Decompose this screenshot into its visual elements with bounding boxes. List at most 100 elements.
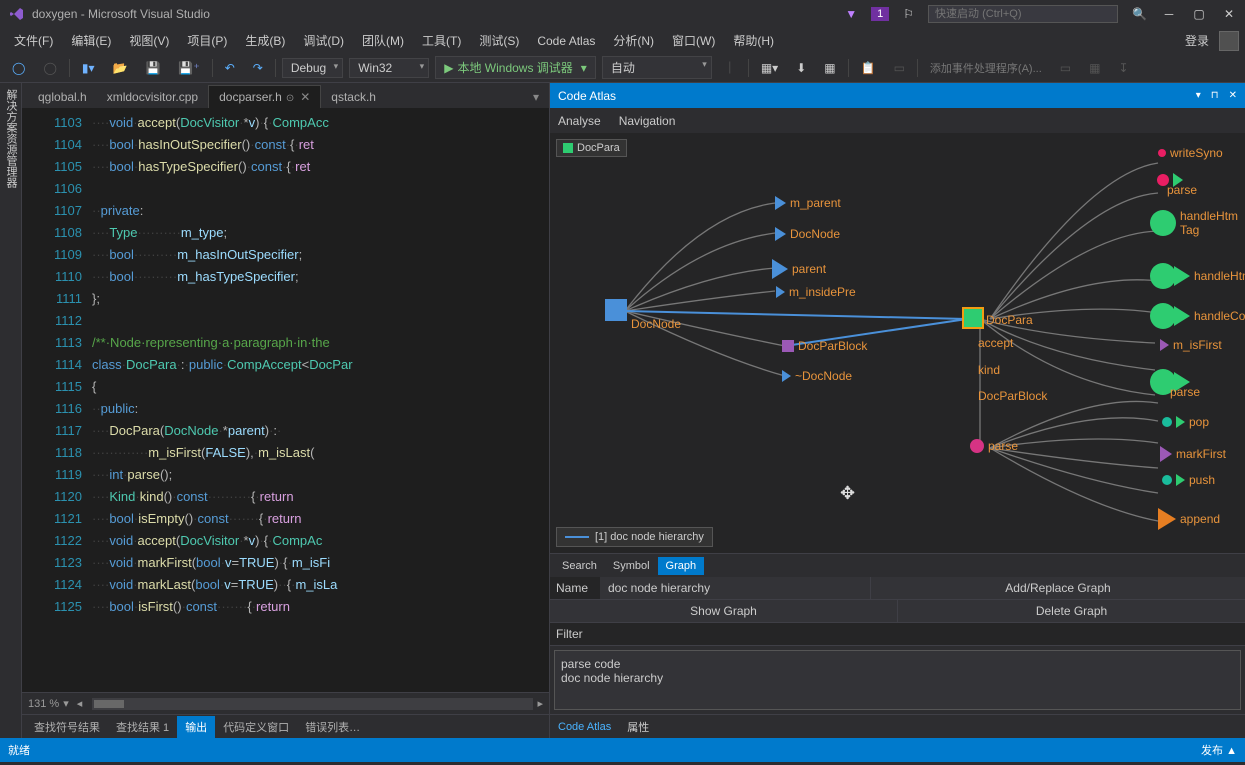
node-docparblock2[interactable]: DocParBlock <box>978 389 1047 403</box>
flag-icon[interactable]: ⚐ <box>903 7 914 21</box>
add-handler-hint[interactable]: 添加事件处理程序(A)... <box>924 57 1048 79</box>
atlas-pin-icon[interactable]: ⊓ <box>1211 90 1219 101</box>
node-accept[interactable]: accept <box>978 336 1013 350</box>
avatar-icon[interactable] <box>1219 31 1239 51</box>
node-parse2[interactable]: parse <box>1157 173 1217 187</box>
solution-explorer-tab[interactable]: 解决方案资源管理器 <box>0 83 22 738</box>
menu-window[interactable]: 窗口(W) <box>664 29 723 52</box>
menu-debug[interactable]: 调试(D) <box>295 29 352 52</box>
menu-file[interactable]: 文件(F) <box>6 29 61 52</box>
tab-qstack[interactable]: qstack.h <box>321 86 386 108</box>
open-button[interactable]: 📂 <box>107 58 134 78</box>
add-replace-button[interactable]: Add/Replace Graph <box>870 577 1245 599</box>
node-push[interactable]: push <box>1162 473 1215 487</box>
scroll-right-icon[interactable]: ▸ <box>537 697 543 710</box>
tab-docparser[interactable]: docparser.h⊙✕ <box>208 85 321 108</box>
atlas-tab-search[interactable]: Search <box>554 557 605 575</box>
filter-list[interactable]: parse code doc node hierarchy <box>554 650 1241 710</box>
menu-help[interactable]: 帮助(H) <box>725 29 782 52</box>
close-button[interactable]: ✕ <box>1221 6 1237 22</box>
maximize-button[interactable]: ▢ <box>1191 6 1207 22</box>
tb-icon-2[interactable]: ▦ <box>1083 58 1106 78</box>
scroll-left-icon[interactable]: ◂ <box>77 697 83 710</box>
node-handlehtm2[interactable]: handleHtm <box>1150 263 1245 289</box>
tb-icon-3[interactable]: ↧ <box>1112 58 1134 78</box>
zoom-dropdown-icon[interactable]: ▾ <box>63 697 69 710</box>
menu-codeatlas[interactable]: Code Atlas <box>529 31 603 51</box>
atlas-tab-symbol[interactable]: Symbol <box>605 557 658 575</box>
atlas-tab-graph[interactable]: Graph <box>658 557 705 575</box>
status-publish[interactable]: 发布 ▲ <box>1201 742 1237 758</box>
redo-button[interactable]: ↷ <box>247 58 269 78</box>
save-button[interactable]: 💾 <box>139 58 166 78</box>
search-icon[interactable]: 🔍 <box>1132 7 1147 21</box>
tab-qglobal[interactable]: qglobal.h <box>28 86 97 108</box>
btab-find-results[interactable]: 查找结果 1 <box>108 716 177 738</box>
grid-icon[interactable]: ▦ <box>818 58 841 78</box>
node-kind[interactable]: kind <box>978 363 1000 377</box>
undo-button[interactable]: ↶ <box>219 58 241 78</box>
btab-output[interactable]: 输出 <box>177 716 215 738</box>
tb-icon-1[interactable]: ▭ <box>1054 58 1077 78</box>
node-docnode[interactable]: DocNode <box>605 299 681 321</box>
btab-errors[interactable]: 错误列表… <box>297 716 368 738</box>
btab-codedef[interactable]: 代码定义窗口 <box>215 716 297 738</box>
run-button[interactable]: ▶本地 Windows 调试器▾ <box>435 56 596 79</box>
name-value[interactable]: doc node hierarchy <box>600 577 870 599</box>
filter-icon[interactable]: ▼ <box>845 7 857 21</box>
notification-badge[interactable]: 1 <box>871 7 889 21</box>
tabs-overflow-icon[interactable]: ▾ <box>523 86 549 108</box>
layout-icon[interactable]: ▦▾ <box>755 58 784 78</box>
menu-test[interactable]: 测试(S) <box>471 29 527 52</box>
config-dropdown[interactable]: Debug <box>282 58 343 78</box>
show-graph-button[interactable]: Show Graph <box>550 600 897 622</box>
node-parse3[interactable]: parse <box>1150 369 1224 395</box>
nav-fwd-button[interactable]: ◯ <box>37 58 62 78</box>
save-all-button[interactable]: 💾⁺ <box>172 58 205 78</box>
tab-xmldocvisitor[interactable]: xmldocvisitor.cpp <box>97 86 208 108</box>
node-parent[interactable]: parent <box>772 259 826 279</box>
menu-tools[interactable]: 工具(T) <box>414 29 469 52</box>
hscroll-thumb[interactable] <box>94 700 124 708</box>
code-area[interactable]: ····void·accept(DocVisitor·*v)·{·CompAcc… <box>92 108 549 692</box>
node-append[interactable]: append <box>1158 508 1220 530</box>
node-parse[interactable]: parse <box>970 439 1018 453</box>
menu-project[interactable]: 项目(P) <box>179 29 235 52</box>
zoom-level[interactable]: 131 % <box>28 698 59 710</box>
node-m-parent[interactable]: m_parent <box>775 196 841 210</box>
node-writesyno[interactable]: writeSyno <box>1158 146 1223 160</box>
login-link[interactable]: 登录 <box>1177 29 1217 52</box>
atlas-close-icon[interactable]: ✕ <box>1229 90 1237 101</box>
atlas-analyse[interactable]: Analyse <box>558 114 601 128</box>
atlas-graph[interactable]: DocPara DocNode m_parent DocNode parent … <box>550 133 1245 553</box>
node-docnode2[interactable]: DocNode <box>775 227 840 241</box>
card-icon[interactable]: ▭ <box>888 58 911 78</box>
node-docparblock[interactable]: DocParBlock <box>782 339 867 353</box>
clipboard-icon[interactable]: 📋 <box>855 58 882 78</box>
delete-graph-button[interactable]: Delete Graph <box>897 600 1245 622</box>
menu-view[interactable]: 视图(V) <box>121 29 177 52</box>
atlas-navigation[interactable]: Navigation <box>619 114 676 128</box>
node-handlehtmtag[interactable]: handleHtm Tag <box>1150 209 1238 237</box>
quick-launch-input[interactable] <box>928 5 1118 23</box>
atlas-btab-codeatlas[interactable]: Code Atlas <box>550 718 619 736</box>
node-handleco[interactable]: handleCo <box>1150 303 1245 329</box>
menu-analyze[interactable]: 分析(N) <box>605 29 662 52</box>
pin-icon[interactable]: ⊙ <box>286 93 294 104</box>
atlas-menu-icon[interactable]: ▾ <box>1196 90 1201 101</box>
run-config-dropdown[interactable]: 自动 <box>602 56 712 79</box>
nav-back-button[interactable]: ◯ <box>6 58 31 78</box>
node-markfirst[interactable]: markFirst <box>1160 446 1226 462</box>
close-icon[interactable]: ✕ <box>300 90 310 104</box>
menu-team[interactable]: 团队(M) <box>354 29 412 52</box>
menu-edit[interactable]: 编辑(E) <box>63 29 119 52</box>
node-docpara[interactable]: DocPara <box>964 309 1033 327</box>
btab-find-symbol[interactable]: 查找符号结果 <box>26 716 108 738</box>
node-pop[interactable]: pop <box>1162 415 1209 429</box>
node-m-insidepre[interactable]: m_insidePre <box>776 285 856 299</box>
editor-body[interactable]: 1103110411051106110711081109111011111112… <box>22 108 549 692</box>
menu-build[interactable]: 生成(B) <box>237 29 293 52</box>
hscroll-track[interactable] <box>92 698 533 710</box>
graph-breadcrumb[interactable]: [1] doc node hierarchy <box>556 527 713 547</box>
node-tilde-docnode[interactable]: ~DocNode <box>782 369 852 383</box>
